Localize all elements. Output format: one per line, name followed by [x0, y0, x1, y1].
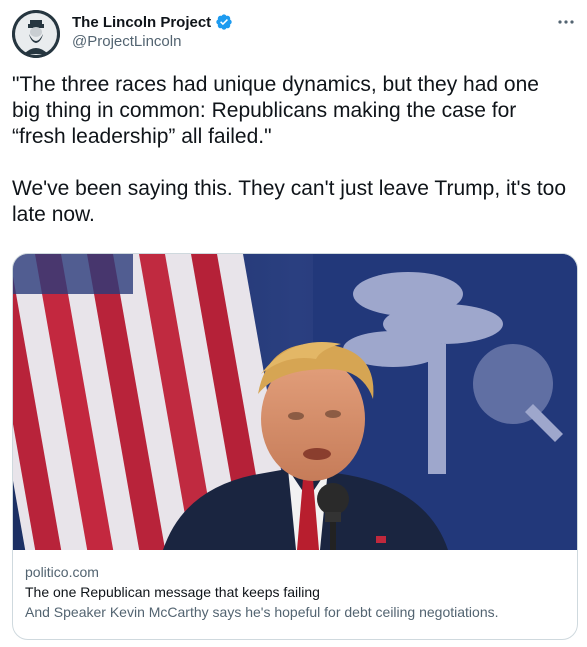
link-card-meta: politico.com The one Republican message … — [25, 562, 565, 622]
link-card-image[interactable] — [13, 254, 577, 550]
link-card-description: And Speaker Kevin McCarthy says he's hop… — [25, 604, 499, 620]
link-card-domain: politico.com — [25, 564, 99, 580]
tweet-text: "The three races had unique dynamics, bu… — [12, 73, 567, 226]
lincoln-portrait-icon — [12, 10, 60, 58]
link-preview-card[interactable]: politico.com The one Republican message … — [12, 253, 578, 640]
more-options-icon[interactable] — [556, 12, 576, 32]
author-handle[interactable]: @ProjectLincoln — [72, 33, 181, 50]
verified-badge-icon — [215, 13, 233, 31]
author-avatar[interactable] — [12, 10, 60, 58]
link-card-title[interactable]: The one Republican message that keeps fa… — [25, 582, 565, 602]
author-name-row: The Lincoln Project — [72, 12, 233, 32]
author-display-name[interactable]: The Lincoln Project — [72, 14, 211, 31]
speaker-photo-image — [13, 254, 577, 550]
tweet-header: The Lincoln Project @ProjectLincoln — [0, 0, 587, 70]
